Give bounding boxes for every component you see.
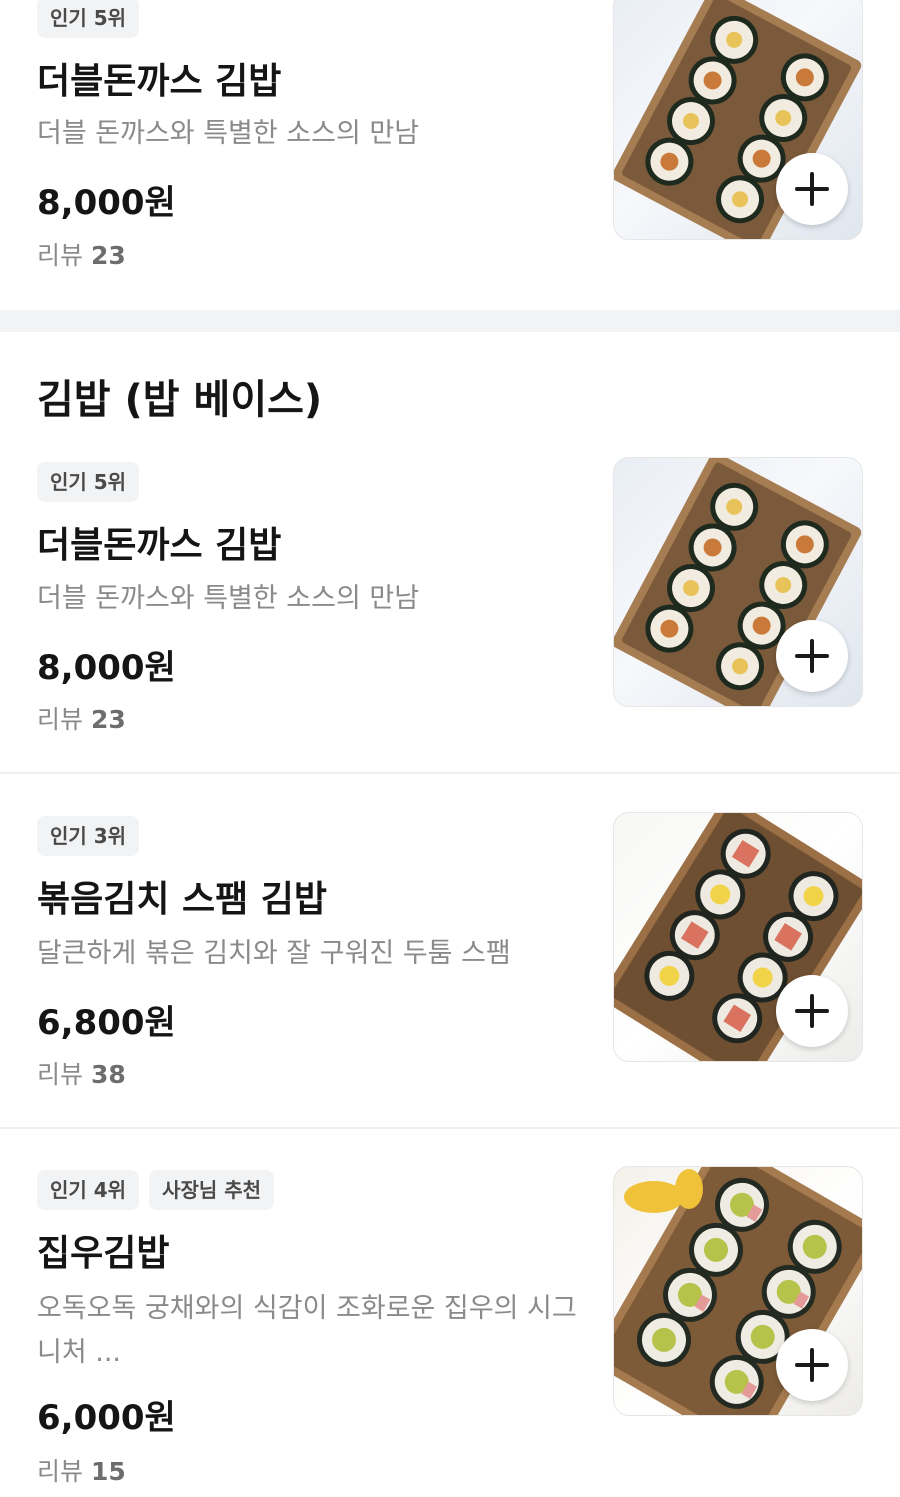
review-number: 23 xyxy=(90,241,126,270)
menu-item-price: 6,000원 xyxy=(37,1398,176,1438)
menu-item-jibwoo-kimbap[interactable]: 인기 4위 사장님 추천 집우김밥 오독오독 궁채와의 식감이 조화로운 집우의… xyxy=(0,1166,900,1497)
plus-icon[interactable] xyxy=(776,620,848,692)
review-count: 리뷰 23 xyxy=(37,700,126,736)
menu-item-name: 집우김밥 xyxy=(37,1233,170,1274)
menu-item-kimchi-spam[interactable]: 인기 3위 볶음김치 스팸 김밥 달큰하게 볶은 김치와 잘 구워진 두툼 스팸… xyxy=(0,812,900,1126)
menu-item-name: 더블돈까스 김밥 xyxy=(37,61,282,102)
kimbap-photo[interactable] xyxy=(613,457,863,707)
review-count: 리뷰 38 xyxy=(37,1055,126,1091)
review-count: 리뷰 15 xyxy=(37,1452,126,1488)
menu-item-name: 더블돈까스 김밥 xyxy=(37,525,282,566)
badge-group: 인기 3위 xyxy=(37,816,140,856)
review-number: 38 xyxy=(90,1060,126,1089)
section-separator xyxy=(0,310,900,332)
menu-item-double-tonkatsu[interactable]: 인기 5위 더블돈까스 김밥 더블 돈까스와 특별한 소스의 만남 8,000원… xyxy=(0,457,900,772)
review-label: 리뷰 xyxy=(37,1457,84,1486)
plus-icon[interactable] xyxy=(776,975,848,1047)
review-label: 리뷰 xyxy=(37,705,84,734)
menu-item-price: 8,000원 xyxy=(37,183,176,223)
review-number: 15 xyxy=(90,1457,126,1486)
review-count: 리뷰 23 xyxy=(37,236,126,272)
menu-item-description: 오독오독 궁채와의 식감이 조화로운 집우의 시그니처 ... xyxy=(37,1293,577,1368)
menu-item-double-tonkatsu-top[interactable]: 인기 5위 더블돈까스 김밥 더블 돈까스와 특별한 소스의 만남 8,000원… xyxy=(0,0,900,310)
owner-recommend-badge: 사장님 추천 xyxy=(149,1170,275,1210)
badge-group: 인기 4위 사장님 추천 xyxy=(37,1170,275,1210)
menu-item-name: 볶음김치 스팸 김밥 xyxy=(37,879,328,920)
menu-item-description: 달큰하게 볶은 김치와 잘 구워진 두툼 스팸 xyxy=(37,938,511,969)
plus-icon[interactable] xyxy=(776,153,848,225)
menu-item-price: 8,000원 xyxy=(37,648,176,688)
item-divider xyxy=(0,772,900,774)
popularity-badge: 인기 5위 xyxy=(37,0,140,38)
badge-group: 인기 5위 xyxy=(37,0,140,38)
menu-item-price: 6,800원 xyxy=(37,1003,176,1043)
section-title: 김밥 (밥 베이스) xyxy=(37,377,323,423)
popularity-badge: 인기 4위 xyxy=(37,1170,140,1210)
popularity-badge: 인기 5위 xyxy=(37,462,140,502)
menu-item-description: 더블 돈까스와 특별한 소스의 만남 xyxy=(37,118,420,149)
review-number: 23 xyxy=(90,705,126,734)
badge-group: 인기 5위 xyxy=(37,462,140,502)
popularity-badge: 인기 3위 xyxy=(37,816,140,856)
menu-item-description: 더블 돈까스와 특별한 소스의 만남 xyxy=(37,583,420,614)
review-label: 리뷰 xyxy=(37,1060,84,1089)
kimbap-photo[interactable] xyxy=(613,0,863,240)
kimbap-photo[interactable] xyxy=(613,1166,863,1416)
item-divider xyxy=(0,1127,900,1129)
plus-icon[interactable] xyxy=(776,1329,848,1401)
review-label: 리뷰 xyxy=(37,241,84,270)
kimbap-photo[interactable] xyxy=(613,812,863,1062)
